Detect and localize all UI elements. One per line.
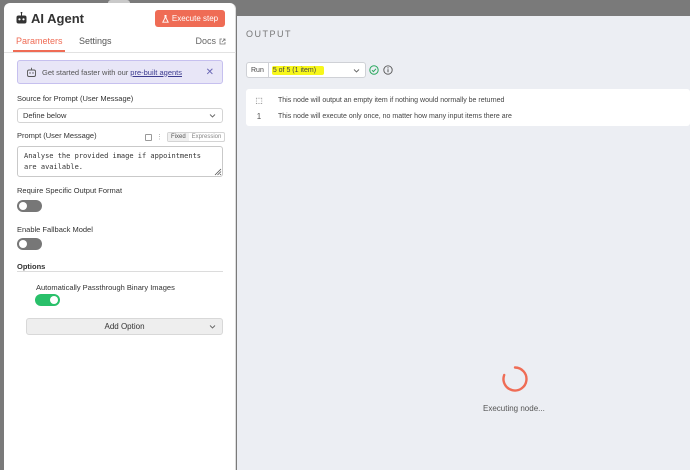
dashed-square-icon: ⬚ bbox=[255, 96, 263, 105]
passthrough-label: Automatically Passthrough Binary Images bbox=[36, 283, 175, 292]
chevron-down-icon bbox=[209, 114, 216, 118]
fallback-model-toggle[interactable] bbox=[17, 238, 42, 250]
expression-option[interactable]: Expression bbox=[189, 133, 225, 141]
source-value: Define below bbox=[23, 111, 67, 120]
prompt-textarea[interactable]: Analyse the provided image if appointmen… bbox=[17, 146, 223, 177]
docs-label: Docs bbox=[195, 36, 216, 46]
passthrough-toggle[interactable] bbox=[35, 294, 60, 306]
success-check-icon bbox=[369, 65, 379, 75]
note-row: ⬚ This node will output an empty item if… bbox=[246, 96, 504, 105]
toggle-knob bbox=[19, 202, 27, 210]
note-row: 1 This node will execute only once, no m… bbox=[246, 112, 512, 121]
execute-step-button[interactable]: Execute step bbox=[155, 10, 225, 27]
run-label: Run bbox=[247, 63, 269, 77]
tab-parameters[interactable]: Parameters bbox=[16, 36, 63, 46]
external-link-icon bbox=[219, 38, 226, 44]
info-icon[interactable] bbox=[383, 65, 393, 75]
prebuilt-agents-banner: Get started faster with our pre-built ag… bbox=[17, 60, 223, 84]
active-tab-indicator bbox=[13, 50, 65, 52]
loading-spinner-icon bbox=[502, 366, 528, 392]
chevron-down-icon bbox=[353, 69, 360, 73]
prompt-tools: ⋮ Fixed Expression bbox=[145, 132, 226, 142]
fallback-model-label: Enable Fallback Model bbox=[17, 225, 93, 234]
add-option-label: Add Option bbox=[104, 322, 145, 331]
close-icon[interactable]: ✕ bbox=[206, 67, 214, 78]
fixed-expression-toggle[interactable]: Fixed Expression bbox=[167, 132, 226, 142]
output-format-toggle[interactable] bbox=[17, 200, 42, 212]
options-heading: Options bbox=[17, 262, 46, 271]
chevron-down-icon bbox=[209, 325, 216, 329]
output-title: OUTPUT bbox=[246, 29, 292, 39]
source-select[interactable]: Define below bbox=[17, 108, 223, 123]
toggle-knob bbox=[19, 240, 27, 248]
toggle-knob bbox=[50, 296, 58, 304]
tab-settings[interactable]: Settings bbox=[79, 36, 112, 46]
run-selector[interactable]: Run 5 of 5 (1 item) bbox=[246, 62, 366, 78]
expand-icon[interactable] bbox=[145, 133, 152, 141]
panel-header: AI Agent Execute step bbox=[4, 3, 236, 33]
add-option-button[interactable]: Add Option bbox=[26, 318, 223, 335]
run-select[interactable]: 5 of 5 (1 item) bbox=[269, 63, 365, 77]
docs-link[interactable]: Docs bbox=[195, 36, 226, 46]
prebuilt-agents-link[interactable]: pre-built agents bbox=[130, 68, 182, 77]
robot-icon bbox=[16, 12, 27, 24]
source-label: Source for Prompt (User Message) bbox=[17, 94, 134, 103]
fixed-option[interactable]: Fixed bbox=[168, 133, 189, 141]
banner-text: Get started faster with our bbox=[42, 67, 129, 77]
divider bbox=[17, 271, 223, 272]
prompt-label: Prompt (User Message) bbox=[17, 131, 97, 140]
executing-status: Executing node... bbox=[483, 404, 545, 413]
output-format-label: Require Specific Output Format bbox=[17, 186, 123, 195]
run-select-value: 5 of 5 (1 item) bbox=[271, 65, 325, 75]
execute-once-icon: 1 bbox=[256, 112, 262, 121]
tab-bar: Parameters Settings Docs bbox=[4, 33, 236, 53]
page-title: AI Agent bbox=[31, 11, 84, 26]
note-empty-item: This node will output an empty item if n… bbox=[278, 97, 505, 104]
parameters-panel: AI Agent Execute step Parameters Setting… bbox=[4, 3, 236, 470]
more-icon: ⋮ bbox=[156, 134, 163, 141]
robot-icon bbox=[27, 67, 36, 77]
flask-icon bbox=[161, 14, 169, 23]
output-panel: OUTPUT Run 5 of 5 (1 item) ⬚ This node w… bbox=[237, 16, 690, 470]
execute-step-label: Execute step bbox=[171, 14, 219, 23]
note-execute-once: This node will execute only once, no mat… bbox=[278, 113, 512, 120]
resize-grip-icon[interactable] bbox=[214, 168, 222, 176]
node-notes: ⬚ This node will output an empty item if… bbox=[246, 89, 690, 126]
